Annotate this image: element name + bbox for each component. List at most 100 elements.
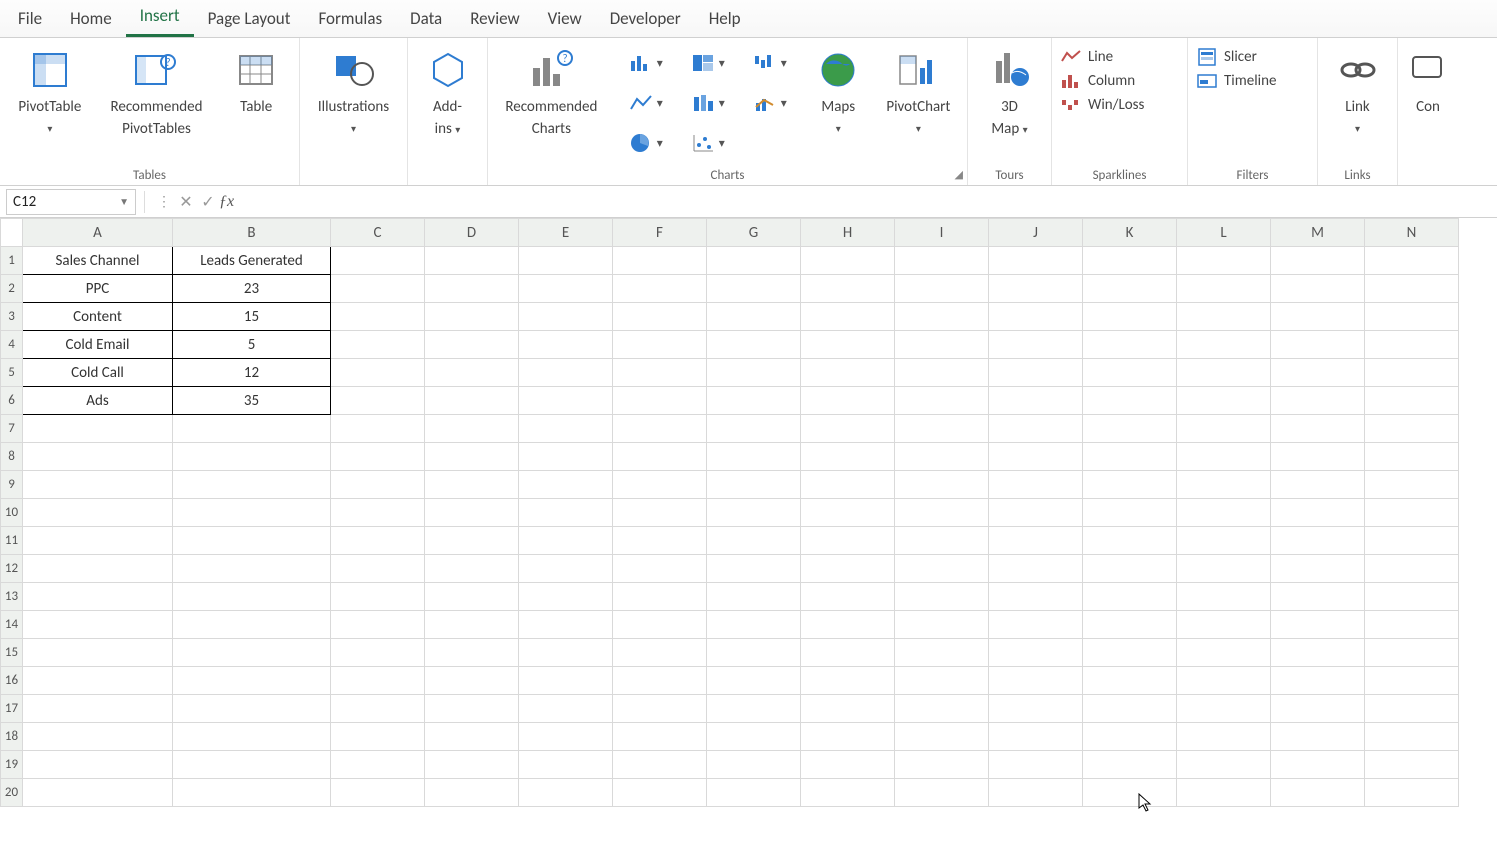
sparkline-line-button[interactable]: Line	[1060, 48, 1144, 66]
cell[interactable]	[1271, 555, 1365, 583]
cell[interactable]	[989, 779, 1083, 807]
cell[interactable]	[895, 331, 989, 359]
cell[interactable]	[331, 471, 425, 499]
cell[interactable]	[895, 247, 989, 275]
row-header[interactable]: 12	[1, 555, 23, 583]
cell[interactable]	[1365, 583, 1459, 611]
cell[interactable]: 12	[173, 359, 331, 387]
cell[interactable]	[1083, 695, 1177, 723]
cell[interactable]	[1365, 499, 1459, 527]
cell[interactable]	[1083, 639, 1177, 667]
cell[interactable]	[331, 779, 425, 807]
cell[interactable]	[801, 639, 895, 667]
cell[interactable]	[613, 415, 707, 443]
enter-formula-button[interactable]: ✓	[197, 192, 219, 212]
pivotchart-button[interactable]: PivotChart ▾	[878, 44, 959, 135]
cell[interactable]	[707, 779, 801, 807]
cell[interactable]	[331, 555, 425, 583]
name-box[interactable]: C12 ▼	[6, 189, 136, 215]
cell[interactable]	[519, 779, 613, 807]
cell[interactable]	[173, 443, 331, 471]
cell[interactable]	[801, 359, 895, 387]
cell[interactable]	[801, 387, 895, 415]
cell[interactable]	[1177, 471, 1271, 499]
cell[interactable]	[1177, 247, 1271, 275]
cell[interactable]	[1177, 527, 1271, 555]
cell[interactable]	[613, 667, 707, 695]
cell[interactable]	[425, 471, 519, 499]
cell[interactable]	[989, 499, 1083, 527]
cell[interactable]	[989, 247, 1083, 275]
cell[interactable]	[173, 639, 331, 667]
row-header[interactable]: 16	[1, 667, 23, 695]
cell[interactable]	[173, 555, 331, 583]
cell[interactable]	[1083, 387, 1177, 415]
cell[interactable]	[331, 443, 425, 471]
cell[interactable]	[331, 303, 425, 331]
cell[interactable]	[23, 443, 173, 471]
cell[interactable]	[425, 779, 519, 807]
cell[interactable]	[895, 443, 989, 471]
statistic-chart-button[interactable]: ▾	[679, 84, 737, 122]
cell[interactable]	[707, 247, 801, 275]
cell[interactable]	[519, 387, 613, 415]
spreadsheet-grid[interactable]: ABCDEFGHIJKLMN1Sales ChannelLeads Genera…	[0, 218, 1497, 858]
cell[interactable]	[519, 611, 613, 639]
cell[interactable]	[895, 303, 989, 331]
hierarchy-chart-button[interactable]: ▾	[679, 44, 737, 82]
row-header[interactable]: 11	[1, 527, 23, 555]
cell[interactable]	[707, 555, 801, 583]
cell[interactable]	[1271, 611, 1365, 639]
cell[interactable]	[173, 471, 331, 499]
cell[interactable]: 35	[173, 387, 331, 415]
waterfall-chart-button[interactable]: ▾	[741, 44, 799, 82]
row-header[interactable]: 20	[1, 779, 23, 807]
cell[interactable]	[23, 723, 173, 751]
cell[interactable]	[425, 415, 519, 443]
row-header[interactable]: 10	[1, 499, 23, 527]
cell[interactable]	[519, 695, 613, 723]
cell[interactable]: 5	[173, 331, 331, 359]
cell[interactable]	[613, 387, 707, 415]
cell[interactable]	[425, 639, 519, 667]
cell[interactable]: Leads Generated	[173, 247, 331, 275]
tab-page-layout[interactable]: Page Layout	[194, 2, 305, 37]
cancel-formula-button[interactable]: ✕	[175, 192, 197, 212]
cell[interactable]	[1177, 611, 1271, 639]
cell[interactable]	[1083, 527, 1177, 555]
row-header[interactable]: 3	[1, 303, 23, 331]
cell[interactable]	[1083, 499, 1177, 527]
cell[interactable]	[895, 471, 989, 499]
cell[interactable]	[331, 275, 425, 303]
cell[interactable]	[613, 331, 707, 359]
cell[interactable]	[519, 527, 613, 555]
row-header[interactable]: 4	[1, 331, 23, 359]
cell[interactable]	[1271, 331, 1365, 359]
cell[interactable]	[519, 331, 613, 359]
3d-map-button[interactable]: 3D Map ▾	[976, 44, 1043, 138]
cell[interactable]	[23, 667, 173, 695]
cell[interactable]	[1083, 611, 1177, 639]
cell[interactable]	[1083, 247, 1177, 275]
cell[interactable]	[1177, 695, 1271, 723]
row-header[interactable]: 6	[1, 387, 23, 415]
cell[interactable]	[1365, 303, 1459, 331]
cell[interactable]	[1271, 443, 1365, 471]
cell[interactable]	[173, 527, 331, 555]
cell[interactable]	[801, 583, 895, 611]
cell[interactable]	[1177, 443, 1271, 471]
cell[interactable]	[989, 583, 1083, 611]
column-header[interactable]: K	[1083, 219, 1177, 247]
cell[interactable]	[425, 275, 519, 303]
line-chart-button[interactable]: ▾	[617, 84, 675, 122]
cell[interactable]	[895, 639, 989, 667]
cell[interactable]	[801, 415, 895, 443]
cell[interactable]	[895, 555, 989, 583]
cell[interactable]	[173, 667, 331, 695]
cell[interactable]	[519, 275, 613, 303]
cell[interactable]	[613, 639, 707, 667]
cell[interactable]	[519, 555, 613, 583]
cell[interactable]	[895, 667, 989, 695]
cell[interactable]	[1177, 359, 1271, 387]
cell[interactable]	[331, 359, 425, 387]
